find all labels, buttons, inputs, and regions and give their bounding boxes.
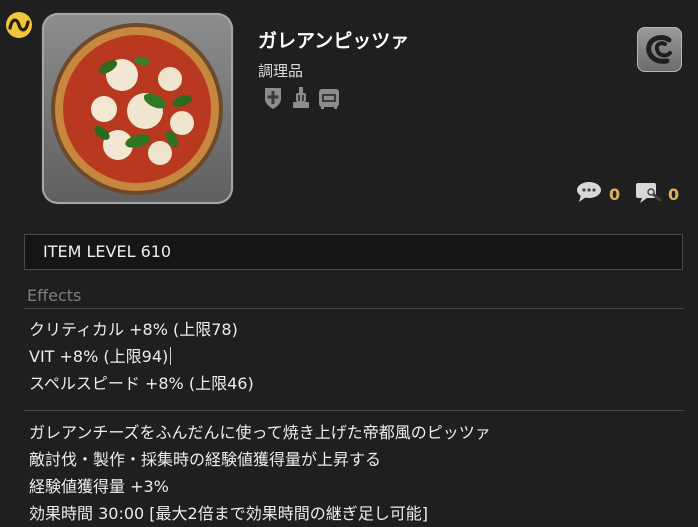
description-line: 経験値獲得量 +3% [29, 477, 169, 496]
item-tag-icon[interactable] [4, 10, 34, 40]
oven-icon [318, 86, 340, 110]
description-divider [24, 410, 684, 411]
item-level: ITEM LEVEL 610 [24, 234, 683, 270]
comment-bubble-icon [575, 180, 603, 208]
item-category: 調理品 [258, 62, 304, 80]
review-count: 0 [668, 184, 680, 204]
effect-line: VIT +8% (上限94) [29, 343, 172, 367]
item-image [42, 13, 233, 204]
job-icon-row [262, 86, 340, 110]
item-name: ガレアンピッツァ [258, 30, 410, 52]
pizza-icon [51, 23, 223, 195]
review-stat[interactable]: 0 [634, 180, 679, 208]
description-line: 効果時間 30:00 [最大2倍まで効果時間の継ぎ足し可能] [29, 504, 428, 523]
review-icon [634, 180, 662, 208]
item-tooltip-card: ガレアンピッツァ 調理品 0 0 ITEM LEVEL 610 Effects … [0, 0, 698, 527]
description-line: ガレアンチーズをふんだんに使って焼き上げた帝都風のピッツァ [29, 423, 491, 442]
comment-count: 0 [609, 184, 621, 204]
comment-stat[interactable]: 0 [575, 180, 620, 208]
paladin-icon [262, 86, 284, 110]
effects-divider [24, 308, 684, 309]
description-line: 敵討伐・製作・採集時の経験値獲得量が上昇する [29, 450, 382, 469]
spiral-icon [646, 35, 672, 64]
item-action-button[interactable] [637, 27, 682, 72]
alchemist-icon [290, 86, 312, 110]
text-cursor [170, 347, 172, 365]
effect-line: クリティカル +8% (上限78) [29, 320, 238, 339]
effects-label: Effects [27, 286, 82, 305]
effect-line: スペルスピード +8% (上限46) [29, 374, 254, 393]
